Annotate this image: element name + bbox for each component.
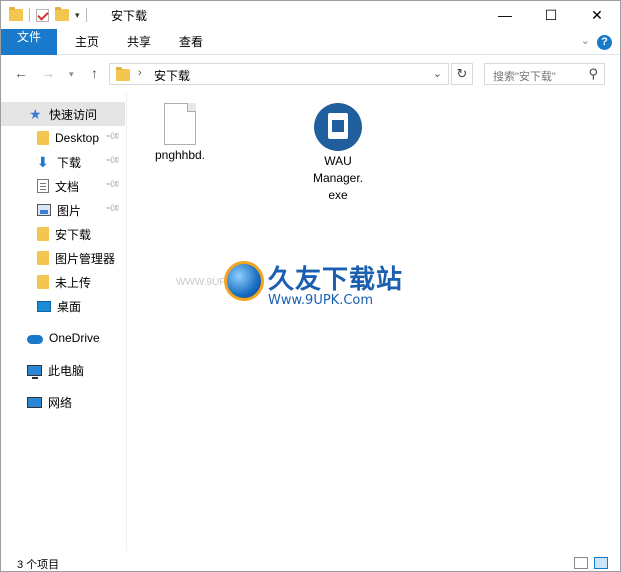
sidebar-item-pictures[interactable]: 图片 📌︎ <box>1 198 125 222</box>
computer-icon <box>27 364 42 379</box>
sidebar-item-label: 安下载 <box>55 227 92 242</box>
address-bar[interactable]: › 安下载 ⌄ <box>109 63 449 85</box>
cloud-icon <box>27 335 43 344</box>
sidebar-item-anxiazai[interactable]: 安下载 <box>1 222 125 246</box>
network-icon <box>27 396 42 408</box>
search-placeholder: 搜索"安下载" <box>493 71 556 83</box>
picture-icon <box>37 204 51 216</box>
back-arrow-icon[interactable]: ← <box>14 65 28 81</box>
help-icon[interactable]: ? <box>597 35 612 50</box>
explorer-window: ▾ 安下载 — ☐ ✕ 文件 主页 共享 查看 ⌄ ? ← → ▾ ↑ › 安下… <box>0 0 621 572</box>
globe-logo-icon <box>224 261 264 301</box>
document-icon <box>37 179 49 193</box>
sidebar-item-label: Desktop <box>55 131 100 145</box>
sidebar-item-image-manager[interactable]: 图片管理器 <box>1 246 125 270</box>
sidebar-item-quick-access[interactable]: ★ 快速访问 <box>1 102 125 126</box>
tab-view[interactable]: 查看 <box>171 29 211 55</box>
sidebar-item-label: 网络 <box>48 395 73 410</box>
file-item[interactable]: WAU Manager. exe <box>298 103 378 204</box>
navigation-bar: ← → ▾ ↑ › 安下载 ⌄ ↻ 搜索"安下载" ⚲ <box>1 56 620 92</box>
sidebar-item-label: OneDrive <box>49 331 100 345</box>
folder-icon <box>37 227 49 241</box>
window-controls: — ☐ ✕ <box>482 1 620 29</box>
file-name: WAU <box>324 154 352 168</box>
folder-icon <box>37 131 49 145</box>
sidebar-item-label: 图片管理器 <box>55 251 116 266</box>
folder-icon <box>116 67 130 81</box>
pin-icon: 📌︎ <box>104 128 122 145</box>
file-icon <box>164 103 196 145</box>
status-bar: 3 个项目 <box>1 555 620 571</box>
expand-ribbon-icon[interactable]: ⌄ <box>581 34 590 47</box>
sidebar-item-label: 此电脑 <box>48 363 85 378</box>
new-folder-icon[interactable] <box>55 7 69 21</box>
sidebar-item-label: 快速访问 <box>49 107 98 122</box>
sidebar-item-onedrive[interactable]: OneDrive <box>1 326 125 350</box>
customize-toolbar-icon[interactable]: ▾ <box>75 10 80 21</box>
application-icon <box>314 103 362 151</box>
tab-share[interactable]: 共享 <box>119 29 159 55</box>
breadcrumb[interactable]: 安下载 <box>154 67 190 84</box>
up-arrow-icon[interactable]: ↑ <box>91 65 98 81</box>
chevron-right-icon[interactable]: › <box>138 67 142 79</box>
desktop-icon <box>37 300 51 312</box>
sidebar-item-this-pc[interactable]: 此电脑 <box>1 358 125 382</box>
search-input[interactable]: 搜索"安下载" ⚲ <box>484 63 605 85</box>
file-name: pnghhbd. <box>154 148 206 162</box>
file-name: Manager. <box>312 171 364 185</box>
recent-locations-icon[interactable]: ▾ <box>69 69 74 80</box>
sidebar-item-desktop[interactable]: Desktop 📌︎ <box>1 126 125 150</box>
refresh-icon[interactable]: ↻ <box>451 63 473 85</box>
star-icon: ★ <box>29 106 42 122</box>
download-icon: ⬇ <box>37 154 49 170</box>
pin-icon: 📌︎ <box>104 200 122 217</box>
details-view-icon[interactable] <box>574 557 588 569</box>
chevron-down-icon[interactable]: ⌄ <box>433 67 442 80</box>
pin-icon: 📌︎ <box>104 176 122 193</box>
folder-icon <box>9 7 23 21</box>
properties-icon[interactable] <box>36 8 49 22</box>
window-title: 安下载 <box>111 9 148 23</box>
sidebar-item-desktop-cn[interactable]: 桌面 <box>1 294 125 318</box>
sidebar-item-label: 桌面 <box>57 299 82 314</box>
forward-arrow-icon[interactable]: → <box>41 65 55 81</box>
close-button[interactable]: ✕ <box>574 1 620 29</box>
folder-icon <box>37 275 49 289</box>
tab-file[interactable]: 文件 <box>1 29 57 55</box>
sidebar-item-label: 下载 <box>57 155 82 170</box>
sidebar-item-label: 图片 <box>57 203 82 218</box>
pin-icon: 📌︎ <box>104 152 122 169</box>
title-bar: ▾ 安下载 — ☐ ✕ <box>1 1 620 29</box>
sidebar-item-label: 文档 <box>55 179 80 194</box>
watermark: WWW.9UPK.COM 久友下载站 Www.9UPK.Com <box>176 251 426 331</box>
sidebar-item-downloads[interactable]: ⬇ 下载 📌︎ <box>1 150 125 174</box>
search-icon[interactable]: ⚲ <box>588 66 598 82</box>
maximize-button[interactable]: ☐ <box>528 1 574 29</box>
file-name: exe <box>328 188 348 202</box>
watermark-url: Www.9UPK.Com <box>268 293 374 308</box>
toolbar-divider <box>29 8 30 22</box>
minimize-button[interactable]: — <box>482 1 528 29</box>
quick-access-toolbar: ▾ <box>9 6 87 24</box>
tab-home[interactable]: 主页 <box>67 29 107 55</box>
item-count: 3 个项目 <box>17 559 60 571</box>
sidebar-item-not-uploaded[interactable]: 未上传 <box>1 270 125 294</box>
watermark-title: 久友下载站 <box>268 265 404 295</box>
navigation-pane: ★ 快速访问 Desktop 📌︎ ⬇ 下载 📌︎ 文档 📌︎ 图片 📌︎ 安下… <box>1 93 127 551</box>
file-item[interactable]: pnghhbd. <box>140 103 220 164</box>
sidebar-item-label: 未上传 <box>55 275 92 290</box>
sidebar-item-network[interactable]: 网络 <box>1 390 125 414</box>
large-icons-view-icon[interactable] <box>594 557 608 569</box>
folder-icon <box>37 251 49 265</box>
sidebar-item-documents[interactable]: 文档 📌︎ <box>1 174 125 198</box>
ribbon-tabs: 文件 主页 共享 查看 ⌄ ? <box>1 29 620 55</box>
toolbar-divider <box>85 8 87 22</box>
